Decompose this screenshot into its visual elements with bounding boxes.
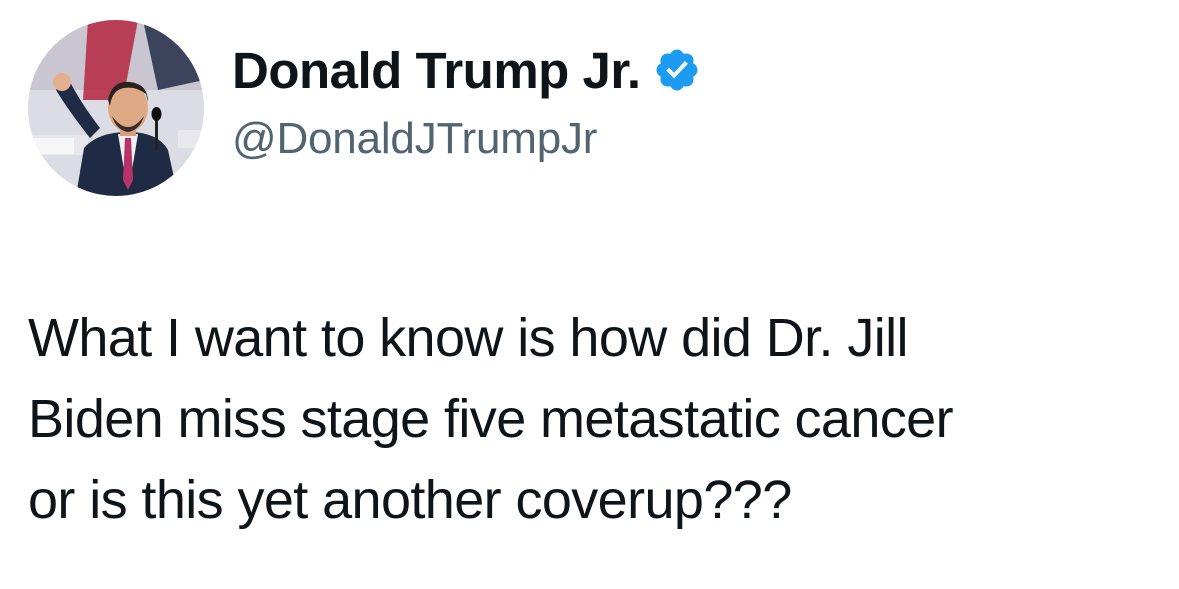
tweet-text-line: or is this yet another coverup??? xyxy=(28,470,792,530)
user-handle[interactable]: @DonaldJTrumpJr xyxy=(232,114,701,164)
tweet-text: What I want to know is how did Dr. Jill … xyxy=(28,298,1158,541)
tweet-text-line: Biden miss stage five metastatic cancer xyxy=(28,389,954,449)
tweet-text-line: What I want to know is how did Dr. Jill xyxy=(28,308,909,368)
profile-photo-icon xyxy=(28,20,204,196)
display-name[interactable]: Donald Trump Jr. xyxy=(232,41,641,100)
avatar[interactable] xyxy=(28,20,204,196)
name-row: Donald Trump Jr. xyxy=(232,38,701,102)
verified-badge-icon xyxy=(653,46,701,94)
user-info: Donald Trump Jr. @DonaldJTrumpJr xyxy=(232,38,701,164)
tweet-card: Donald Trump Jr. @DonaldJTrumpJr What I … xyxy=(0,0,1179,589)
